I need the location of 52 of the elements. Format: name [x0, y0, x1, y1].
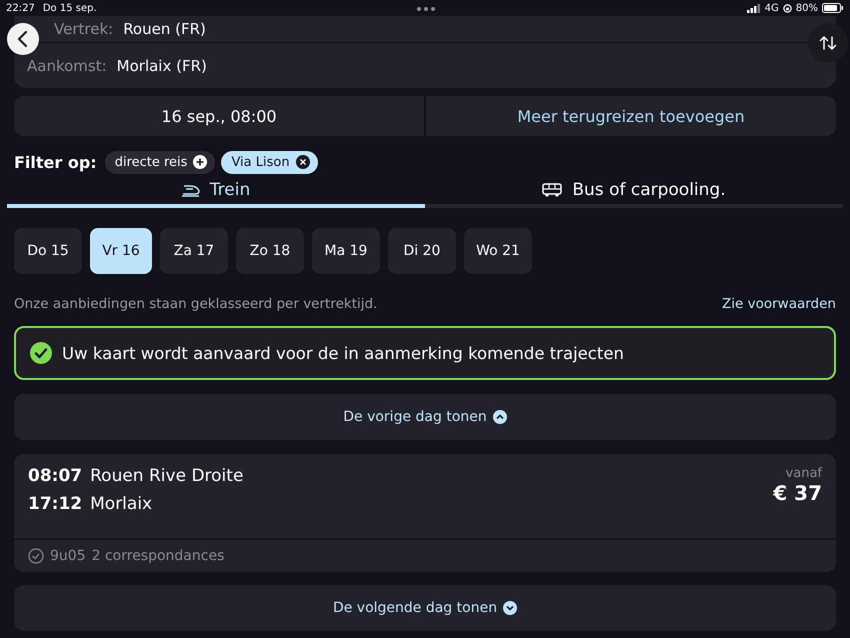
more-dots-icon [417, 7, 435, 11]
arrival-station: Morlaix [90, 494, 152, 514]
duration: 9u05 [50, 548, 86, 564]
add-icon [193, 155, 208, 169]
transport-tab[interactable]: Trein [7, 176, 425, 208]
add-return-button[interactable]: Meer terugreizen toevoegen [426, 96, 836, 136]
lock-rotation-icon [782, 4, 792, 12]
previous-day-button[interactable]: De vorige dag tonen [14, 394, 836, 440]
filter-label: Filter op: [14, 152, 97, 172]
date-time-button[interactable]: 16 sep., 08:00 [14, 96, 424, 136]
check-icon [30, 342, 52, 364]
signal-icon [746, 4, 761, 12]
day-button[interactable]: Di 20 [388, 228, 456, 274]
connections: 2 correspondances [92, 548, 224, 564]
day-button[interactable]: Wo 21 [464, 228, 532, 274]
next-day-button[interactable]: De volgende dag tonen [14, 585, 836, 631]
back-button[interactable] [7, 23, 39, 55]
status-date: Do 15 sep. [42, 2, 97, 14]
swap-button[interactable] [808, 23, 848, 63]
train-icon [182, 183, 200, 197]
battery-icon [822, 3, 844, 13]
filter-chip[interactable]: directe reis [104, 150, 216, 174]
chevron-left-icon [16, 30, 30, 48]
filter-chip[interactable]: Via Lison [221, 150, 318, 174]
network-label: 4G [764, 2, 779, 14]
swap-arrows-icon [819, 35, 837, 51]
transport-tab[interactable]: Bus of carpooling. [425, 176, 843, 208]
journey-card[interactable]: 08:07 Rouen Rive Droite 17:12 Morlaix vanaf € 37 9u05 2 correspondances [14, 454, 836, 572]
conditions-link[interactable]: Zie voorwaarden [722, 296, 836, 312]
chevron-down-icon [503, 601, 518, 615]
departure-value[interactable]: Rouen (FR) [123, 20, 206, 38]
day-button[interactable]: Ma 19 [312, 228, 380, 274]
price-prefix: vanaf [786, 466, 822, 481]
status-time: 22:27 [6, 2, 35, 14]
departure-label: Vertrek: [54, 20, 114, 38]
day-button[interactable]: Za 17 [160, 228, 228, 274]
day-button[interactable]: Zo 18 [236, 228, 304, 274]
remove-icon [296, 155, 310, 169]
arrival-time: 17:12 [28, 494, 82, 514]
departure-station: Rouen Rive Droite [90, 466, 244, 486]
departure-time: 08:07 [28, 466, 82, 486]
chevron-up-icon [492, 410, 507, 424]
battery-percent: 80% [796, 2, 818, 14]
price: € 37 [773, 481, 822, 505]
bus-icon [542, 183, 562, 197]
day-button[interactable]: Vr 16 [90, 228, 152, 274]
arrival-label: Aankomst: [27, 56, 107, 74]
banner-text: Uw kaart wordt aanvaard voor de in aanmerking komende trajecten [62, 344, 624, 362]
day-button[interactable]: Do 15 [14, 228, 82, 274]
clock-icon [28, 548, 44, 564]
sort-note: Onze aanbiedingen staan geklasseerd per vertrektijd. [14, 296, 378, 312]
arrival-value[interactable]: Morlaix (FR) [116, 56, 207, 74]
